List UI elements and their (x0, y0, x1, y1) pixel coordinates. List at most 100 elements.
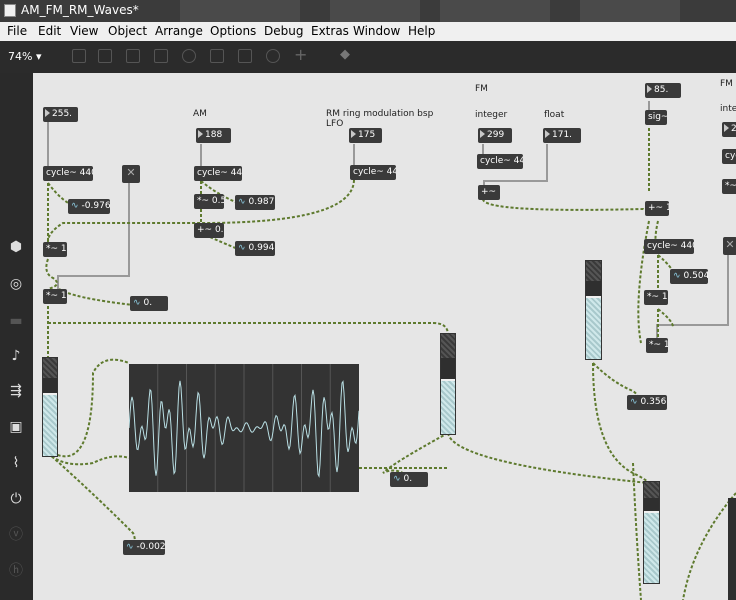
signal-number: ∿ 0. (390, 472, 428, 487)
menu-debug[interactable]: Debug (264, 24, 303, 38)
signal-icon[interactable]: ⇶ (8, 383, 24, 399)
menu-edit[interactable]: Edit (38, 24, 61, 38)
multiply-object[interactable]: *~ 1 (43, 289, 67, 304)
number-triangle-icon (351, 130, 356, 138)
cycle-object[interactable]: cycle~ 440 (194, 166, 242, 181)
cycle-object[interactable]: cycle~ 440. (644, 239, 694, 254)
label-fm-float: float (544, 110, 565, 120)
signal-wave-icon: ∿ (238, 197, 246, 207)
number-icon[interactable] (210, 49, 224, 63)
close-toggle-icon[interactable]: ✕ (723, 237, 736, 255)
paint-icon[interactable]: ◆ (340, 48, 354, 63)
add-icon[interactable]: + (294, 47, 308, 63)
zoom-selector[interactable]: 74% ▾ (8, 50, 41, 63)
signal-number: ∿ 0. (130, 296, 168, 311)
multiply-object[interactable]: *~ (722, 179, 736, 194)
bus-icon[interactable]: ▬ (8, 313, 24, 329)
menu-view[interactable]: View (70, 24, 98, 38)
signal-number: ∿ 0.994 (235, 241, 275, 256)
close-toggle-icon[interactable]: ✕ (122, 165, 140, 183)
background-window-tab (440, 0, 550, 22)
signal-number: ∿ -0.976 (68, 199, 110, 214)
signal-wave-icon: ∿ (393, 474, 401, 484)
signal-wave-icon: ∿ (71, 201, 79, 211)
gain-slider[interactable] (643, 481, 660, 584)
signal-wave-icon: ∿ (133, 298, 141, 308)
signal-wave-icon: ∿ (126, 542, 134, 552)
signal-wave-icon: ∿ (673, 271, 681, 281)
title-bar: AM_FM_RM_Waves* (0, 0, 736, 22)
label-rm: RM ring modulation bsp LFO (326, 109, 434, 129)
signal-wave-icon: ∿ (630, 397, 638, 407)
menu-file[interactable]: File (7, 24, 27, 38)
label-fm: FM (475, 84, 488, 94)
float-number-box[interactable]: 171. (543, 128, 581, 143)
number-triangle-icon (545, 130, 550, 138)
label-fm2: FM (720, 79, 733, 89)
oscilloscope-display (128, 364, 360, 492)
multiply-object[interactable]: *~ 1. (43, 242, 67, 257)
gain-slider[interactable] (585, 260, 602, 360)
signal-number: ∿ 0.987 (235, 195, 275, 210)
target-icon[interactable]: ◎ (8, 276, 24, 292)
cycle-object[interactable]: cycle (722, 149, 736, 164)
signal-wave-icon: ∿ (238, 243, 246, 253)
menu-options[interactable]: Options (210, 24, 256, 38)
window-title: AM_FM_RM_Waves* (21, 3, 139, 17)
number-triangle-icon (724, 124, 729, 132)
number-triangle-icon (45, 109, 50, 117)
dial-icon[interactable] (266, 49, 280, 63)
menu-help[interactable]: Help (408, 24, 435, 38)
background-window-tab (580, 0, 680, 22)
number-triangle-icon (647, 85, 652, 93)
left-sidebar: ⬢ ◎ ▬ ♪ ⇶ ▣ ⌇ ⏻ ⓥ ⓗ (0, 73, 33, 600)
label-integ: integ (720, 104, 736, 114)
menu-bar: File Edit View Object Arrange Options De… (0, 22, 736, 41)
gain-slider[interactable] (440, 333, 456, 435)
number-box[interactable]: 175 (349, 128, 382, 143)
multiply-object[interactable]: *~ 0.5 (194, 194, 224, 209)
number-box[interactable]: 21 (722, 122, 736, 137)
add-object[interactable]: +~ 1. (645, 201, 669, 216)
document-icon (4, 4, 16, 17)
lock-icon[interactable] (72, 49, 86, 63)
patcher-canvas[interactable]: AM RM ring modulation bsp LFO FM integer… (33, 73, 736, 600)
toggle-icon[interactable] (182, 49, 196, 63)
note-icon[interactable]: ♪ (8, 348, 24, 364)
cycle-object[interactable]: cycle~ 440 (477, 154, 523, 169)
multiply-object[interactable]: *~ 1. (646, 338, 668, 353)
h-icon[interactable]: ⓗ (8, 563, 24, 579)
message-icon[interactable] (126, 49, 140, 63)
comment-icon[interactable] (98, 49, 112, 63)
menu-window[interactable]: Window (353, 24, 400, 38)
number-box[interactable]: 188 (196, 128, 231, 143)
plug-icon[interactable]: ⏻ (8, 491, 24, 507)
menu-extras[interactable]: Extras (311, 24, 349, 38)
signal-number: ∿ -0.002 (123, 540, 165, 555)
cycle-object[interactable]: cycle~ 440. (43, 166, 93, 181)
add-object[interactable]: +~ 0.5 (194, 223, 224, 238)
clip-icon[interactable]: ⌇ (8, 455, 24, 471)
v-icon[interactable]: ⓥ (8, 527, 24, 543)
cube-icon[interactable]: ⬢ (8, 239, 24, 255)
button-icon[interactable] (154, 49, 168, 63)
menu-object[interactable]: Object (108, 24, 147, 38)
sig-object[interactable]: sig~ (645, 110, 667, 125)
gain-slider-edge[interactable] (728, 498, 736, 600)
signal-number: ∿ 0.504 (670, 269, 708, 284)
menu-arrange[interactable]: Arrange (155, 24, 203, 38)
multiply-object[interactable]: *~ 1. (644, 290, 668, 305)
number-box[interactable]: 299 (478, 128, 512, 143)
cycle-object[interactable]: cycle~ 440 (350, 165, 396, 180)
float-number-box[interactable]: 85. (645, 83, 681, 98)
toolbar: 74% ▾ + ◆ (0, 41, 736, 73)
slider-icon[interactable] (238, 49, 252, 63)
gain-slider[interactable] (42, 357, 58, 457)
add-object[interactable]: +~ 1 (478, 185, 500, 200)
image-icon[interactable]: ▣ (8, 419, 24, 435)
label-am: AM (193, 109, 207, 119)
patch-cords (45, 101, 736, 600)
number-box[interactable]: 255. (43, 107, 78, 122)
number-triangle-icon (480, 130, 485, 138)
background-window-tab (330, 0, 420, 22)
